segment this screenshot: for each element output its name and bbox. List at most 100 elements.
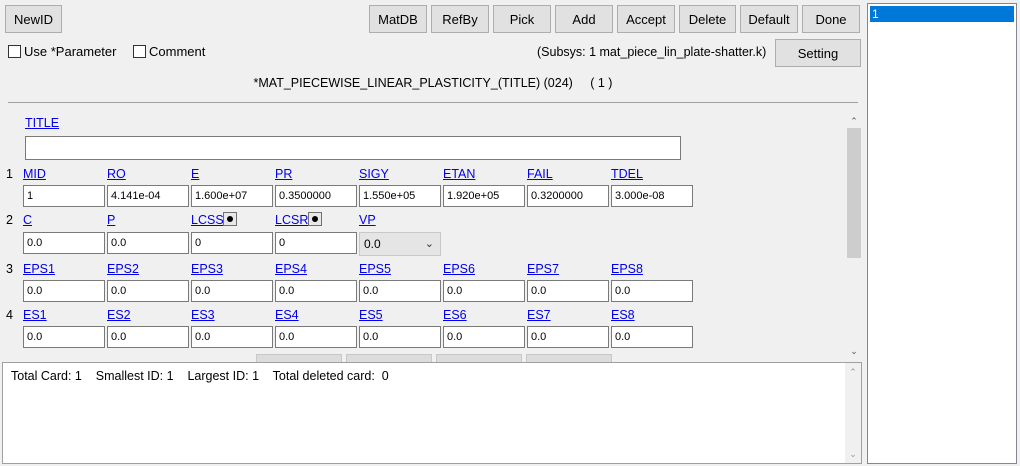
p-input[interactable]: 0.0	[107, 232, 189, 254]
es1-label[interactable]: ES1	[23, 308, 47, 322]
eps4-label[interactable]: EPS4	[275, 262, 307, 276]
eps5-input[interactable]: 0.0	[359, 280, 441, 302]
done-button[interactable]: Done	[802, 5, 860, 33]
card-number: 2	[6, 213, 13, 227]
id-list[interactable]: 1	[867, 3, 1017, 464]
c-label[interactable]: C	[23, 213, 32, 227]
vp-label[interactable]: VP	[359, 213, 376, 227]
setting-button[interactable]: Setting	[775, 39, 861, 67]
sigy-input[interactable]: 1.550e+05	[359, 185, 441, 207]
e-input[interactable]: 1.600e+07	[191, 185, 273, 207]
keyword-count: ( 1 )	[590, 76, 613, 90]
title-input[interactable]	[25, 136, 681, 160]
scroll-down-icon[interactable]: ⌄	[846, 344, 862, 358]
lcsr-input[interactable]: 0	[275, 232, 357, 254]
lcss-pick-button[interactable]	[223, 212, 237, 226]
list-item[interactable]: 1	[870, 6, 1014, 22]
hidden-button[interactable]	[526, 354, 612, 362]
delete-button[interactable]: Delete	[679, 5, 736, 33]
refby-button[interactable]: RefBy	[431, 5, 489, 33]
eps3-input[interactable]: 0.0	[191, 280, 273, 302]
pick-button[interactable]: Pick	[493, 5, 551, 33]
status-text: Total Card: 1 Smallest ID: 1 Largest ID:…	[11, 369, 389, 383]
pr-label[interactable]: PR	[275, 167, 292, 181]
vp-value: 0.0	[364, 237, 381, 251]
es7-label[interactable]: ES7	[527, 308, 551, 322]
mid-label[interactable]: MID	[23, 167, 46, 181]
newid-button[interactable]: NewID	[5, 5, 62, 33]
vp-select[interactable]: 0.0 ⌄	[359, 232, 441, 256]
hidden-button[interactable]	[346, 354, 432, 362]
scroll-down-icon[interactable]: ⌄	[845, 447, 861, 461]
hidden-button[interactable]	[436, 354, 522, 362]
c-input[interactable]: 0.0	[23, 232, 105, 254]
eps6-input[interactable]: 0.0	[443, 280, 525, 302]
es8-input[interactable]: 0.0	[611, 326, 693, 348]
eps1-input[interactable]: 0.0	[23, 280, 105, 302]
es5-input[interactable]: 0.0	[359, 326, 441, 348]
eps7-label[interactable]: EPS7	[527, 262, 559, 276]
es4-input[interactable]: 0.0	[275, 326, 357, 348]
es5-label[interactable]: ES5	[359, 308, 383, 322]
eps8-input[interactable]: 0.0	[611, 280, 693, 302]
default-button[interactable]: Default	[740, 5, 798, 33]
use-parameter-checkbox[interactable]: Use *Parameter	[8, 44, 116, 59]
es1-input[interactable]: 0.0	[23, 326, 105, 348]
comment-checkbox[interactable]: Comment	[133, 44, 205, 59]
es6-label[interactable]: ES6	[443, 308, 467, 322]
card-number: 3	[6, 262, 13, 276]
eps5-label[interactable]: EPS5	[359, 262, 391, 276]
accept-button[interactable]: Accept	[617, 5, 675, 33]
es3-input[interactable]: 0.0	[191, 326, 273, 348]
checkbox-box[interactable]	[133, 45, 146, 58]
etan-input[interactable]: 1.920e+05	[443, 185, 525, 207]
comment-label: Comment	[149, 44, 206, 59]
eps2-label[interactable]: EPS2	[107, 262, 139, 276]
scroll-up-icon[interactable]: ⌃	[846, 114, 862, 128]
matdb-button[interactable]: MatDB	[369, 5, 427, 33]
card-number: 4	[6, 308, 13, 322]
p-label[interactable]: P	[107, 213, 115, 227]
status-scrollbar[interactable]: ⌃ ⌄	[845, 363, 861, 463]
es2-input[interactable]: 0.0	[107, 326, 189, 348]
es7-input[interactable]: 0.0	[527, 326, 609, 348]
es2-label[interactable]: ES2	[107, 308, 131, 322]
etan-label[interactable]: ETAN	[443, 167, 475, 181]
sigy-label[interactable]: SIGY	[359, 167, 389, 181]
eps4-input[interactable]: 0.0	[275, 280, 357, 302]
eps3-label[interactable]: EPS3	[191, 262, 223, 276]
eps1-label[interactable]: EPS1	[23, 262, 55, 276]
ro-label[interactable]: RO	[107, 167, 126, 181]
mid-input[interactable]: 1	[23, 185, 105, 207]
title-label[interactable]: TITLE	[25, 116, 59, 130]
hidden-button[interactable]	[256, 354, 342, 362]
lcss-input[interactable]: 0	[191, 232, 273, 254]
tdel-input[interactable]: 3.000e-08	[611, 185, 693, 207]
lcsr-label[interactable]: LCSR	[275, 213, 308, 227]
fail-input[interactable]: 0.3200000	[527, 185, 609, 207]
eps2-input[interactable]: 0.0	[107, 280, 189, 302]
e-label[interactable]: E	[191, 167, 199, 181]
scroll-up-icon[interactable]: ⌃	[845, 365, 861, 379]
tdel-label[interactable]: TDEL	[611, 167, 643, 181]
es3-label[interactable]: ES3	[191, 308, 215, 322]
eps6-label[interactable]: EPS6	[443, 262, 475, 276]
fail-label[interactable]: FAIL	[527, 167, 553, 181]
es4-label[interactable]: ES4	[275, 308, 299, 322]
card-number: 1	[6, 167, 13, 181]
add-button[interactable]: Add	[555, 5, 613, 33]
use-parameter-label: Use *Parameter	[24, 44, 117, 59]
eps8-label[interactable]: EPS8	[611, 262, 643, 276]
checkbox-box[interactable]	[8, 45, 21, 58]
es8-label[interactable]: ES8	[611, 308, 635, 322]
lcsr-pick-button[interactable]	[308, 212, 322, 226]
ro-input[interactable]: 4.141e-04	[107, 185, 189, 207]
es6-input[interactable]: 0.0	[443, 326, 525, 348]
dot-icon	[312, 216, 318, 222]
lcss-label[interactable]: LCSS	[191, 213, 224, 227]
scrollbar-thumb[interactable]	[847, 128, 861, 258]
pr-input[interactable]: 0.3500000	[275, 185, 357, 207]
eps7-input[interactable]: 0.0	[527, 280, 609, 302]
form-scrollbar[interactable]: ⌃ ⌄	[846, 112, 862, 360]
keyword-name: *MAT_PIECEWISE_LINEAR_PLASTICITY_(TITLE)…	[253, 76, 573, 90]
